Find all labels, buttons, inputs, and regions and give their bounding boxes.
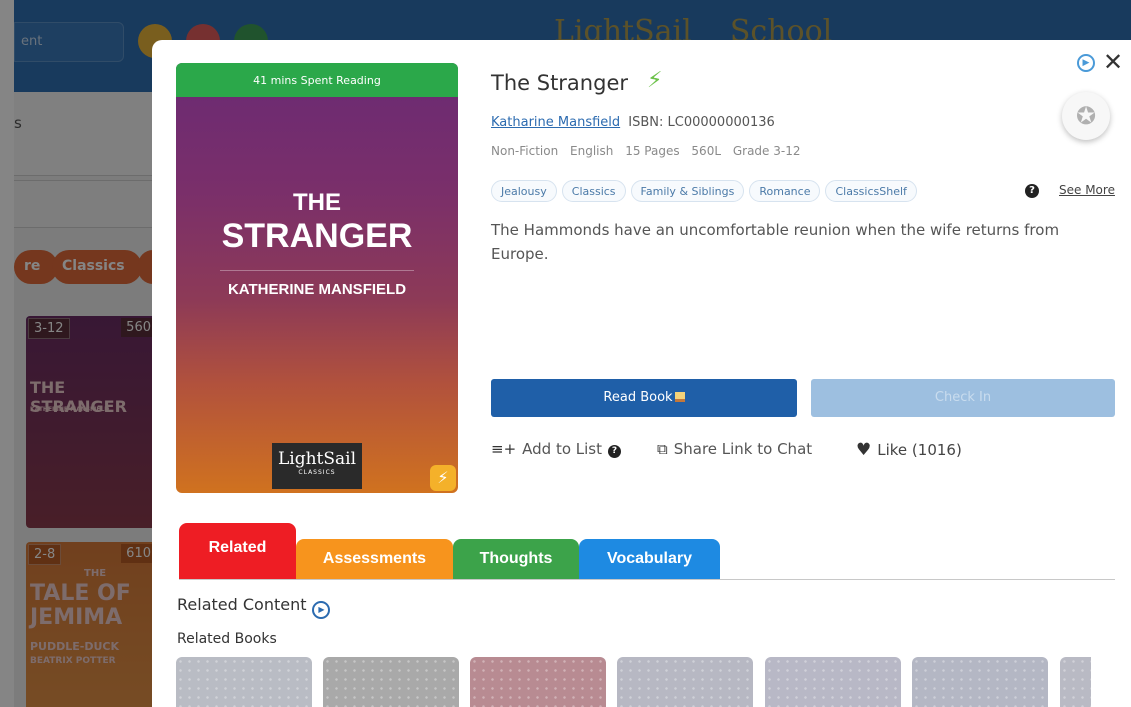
tag-chip[interactable]: Romance <box>749 180 821 202</box>
tab-bar: Related Assessments Thoughts Vocabulary <box>179 523 1115 580</box>
related-books-heading: Related Books <box>177 631 277 647</box>
read-book-label: Read Book <box>603 390 673 405</box>
help-icon[interactable]: ? <box>1025 184 1039 198</box>
author-link[interactable]: Katharine Mansfield <box>491 115 620 130</box>
reading-time-bar: 41 mins Spent Reading <box>176 63 458 97</box>
share-link-label: Share Link to Chat <box>673 440 813 458</box>
meta-language: English <box>570 144 614 158</box>
lightning-icon: ⚡ <box>430 465 456 491</box>
meta-genre: Non-Fiction <box>491 144 559 158</box>
check-in-button[interactable]: Check In <box>811 379 1115 417</box>
tab-assessments[interactable]: Assessments <box>296 539 453 579</box>
publisher-name: LightSail <box>277 449 357 469</box>
tag-list: Jealousy Classics Family & Siblings Romance… <box>491 180 922 202</box>
author-isbn-line: Katharine Mansfield ISBN: LC00000000136 <box>491 115 775 130</box>
related-book-thumbnail[interactable] <box>617 657 753 707</box>
lightning-icon: ⚡ <box>647 68 663 93</box>
related-books-list <box>176 657 1091 707</box>
play-circle-icon[interactable]: ▶ <box>1077 54 1095 72</box>
meta-pages: 15 Pages <box>625 144 680 158</box>
help-icon[interactable]: ? <box>608 445 621 458</box>
publisher-logo: LightSail CLASSICS <box>272 443 362 489</box>
book-title: The Stranger <box>491 71 628 95</box>
isbn: ISBN: LC00000000136 <box>628 115 775 130</box>
related-book-thumbnail[interactable] <box>470 657 606 707</box>
related-book-thumbnail[interactable] <box>1060 657 1091 707</box>
share-link-icon: ⧉ <box>657 440 668 458</box>
cover-divider <box>220 270 414 271</box>
read-book-button[interactable]: Read Book <box>491 379 797 417</box>
related-book-thumbnail[interactable] <box>765 657 901 707</box>
cover-title-line1: THE <box>293 189 341 216</box>
play-circle-icon[interactable]: ▶ <box>312 601 331 619</box>
tab-thoughts[interactable]: Thoughts <box>453 539 579 579</box>
like-label: Like (1016) <box>877 441 962 459</box>
cover-title-line2: STRANGER <box>221 216 413 255</box>
like-button[interactable]: ♥ Like (1016) <box>856 440 962 460</box>
see-more-link[interactable]: See More <box>1059 183 1115 197</box>
heart-icon: ♥ <box>856 440 872 460</box>
add-to-list-label: Add to List <box>522 440 602 458</box>
modal-controls: ▶ ✕ <box>1077 48 1127 76</box>
close-icon[interactable]: ✕ <box>1103 48 1123 76</box>
tab-related[interactable]: Related <box>179 523 296 579</box>
related-book-thumbnail[interactable] <box>912 657 1048 707</box>
related-content-heading: Related Content ▶ <box>177 595 331 619</box>
tag-chip[interactable]: ClassicsShelf <box>825 180 917 202</box>
book-description: The Hammonds have an uncomfortable reuni… <box>491 221 1060 263</box>
tag-chip[interactable]: Family & Siblings <box>630 180 745 202</box>
publisher-sub: CLASSICS <box>298 469 336 476</box>
tag-chip[interactable]: Classics <box>561 180 626 202</box>
book-icon <box>674 392 685 402</box>
book-cover[interactable]: 41 mins Spent Reading THE STRANGER KATHE… <box>176 63 458 493</box>
meta-grade: Grade 3-12 <box>732 144 801 158</box>
tag-chip[interactable]: Jealousy <box>491 180 557 202</box>
add-to-list-button[interactable]: ≡+ Add to List? <box>491 440 621 458</box>
add-list-icon: ≡+ <box>491 440 517 458</box>
cover-title: THE STRANGER <box>176 189 458 256</box>
related-book-thumbnail[interactable] <box>176 657 312 707</box>
book-meta: Non-Fiction English 15 Pages 560L Grade … <box>491 144 808 158</box>
related-content-label: Related Content <box>177 595 307 614</box>
share-link-button[interactable]: ⧉ Share Link to Chat <box>657 440 812 458</box>
meta-lexile: 560L <box>691 144 722 158</box>
award-ribbon-icon[interactable]: ✪ <box>1062 92 1110 140</box>
related-book-thumbnail[interactable] <box>323 657 459 707</box>
book-details-modal: 41 mins Spent Reading THE STRANGER KATHE… <box>152 40 1131 707</box>
cover-author: KATHERINE MANSFIELD <box>227 281 407 298</box>
tab-vocabulary[interactable]: Vocabulary <box>579 539 720 579</box>
